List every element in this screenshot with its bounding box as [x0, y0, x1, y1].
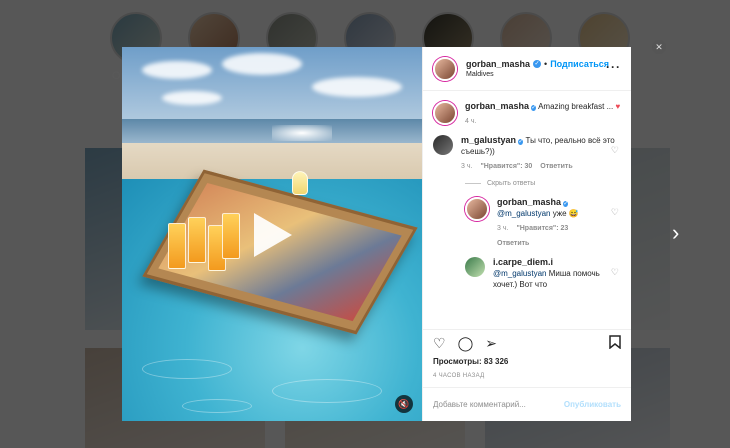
divider-line	[465, 183, 481, 184]
reply-mention[interactable]: @m_galustyan	[493, 269, 546, 278]
like-comment-heart-icon[interactable]: ♡	[611, 207, 619, 218]
next-post-chevron-icon[interactable]: ›	[672, 220, 690, 246]
juice-glass	[292, 171, 308, 195]
comment-time: 3 ч.	[461, 163, 473, 170]
reply-text: уже	[552, 209, 567, 218]
reply-button[interactable]: Ответить	[497, 238, 529, 249]
video-frame-cloud	[142, 61, 212, 79]
author-username[interactable]: gorban_masha	[466, 59, 530, 69]
comment-bubble-icon[interactable]: ◯	[458, 335, 474, 352]
post-sidebar: gorban_masha ✓ • Подписаться Maldives ··…	[422, 47, 631, 421]
video-frame-beach	[122, 143, 422, 183]
reply-time: 3 ч.	[497, 225, 509, 232]
caption-time: 4 ч.	[465, 118, 477, 125]
separator-dot: •	[544, 59, 548, 69]
author-avatar[interactable]	[433, 56, 457, 81]
save-bookmark-icon[interactable]	[609, 335, 621, 352]
video-frame-cloud	[312, 77, 402, 97]
view-count[interactable]: Просмотры: 83 326	[433, 357, 508, 366]
reply-author[interactable]: i.carpe_diem.i	[493, 257, 553, 267]
verified-badge-icon: ✓	[533, 60, 542, 68]
red-heart-emoji-icon: ♥	[615, 102, 621, 111]
post-video[interactable]: 🔇	[122, 47, 422, 421]
comment-input[interactable]	[433, 400, 564, 409]
caption-text: Amazing breakfast	[538, 102, 605, 111]
more-options-icon[interactable]: ···	[606, 61, 621, 73]
verified-badge-icon: ✓	[563, 201, 569, 207]
author-avatar[interactable]	[433, 101, 457, 125]
video-frame-cloud	[162, 91, 222, 105]
comments-list[interactable]: gorban_masha ✓ Amazing breakfast ... ♥ 4…	[423, 91, 631, 329]
sweat-smile-emoji-icon: 😅	[568, 209, 579, 218]
post-actions-bar: ♡ ◯ ➢	[423, 329, 631, 357]
commenter-avatar[interactable]	[465, 257, 485, 277]
commenter-avatar[interactable]	[433, 135, 453, 155]
publish-button[interactable]: Опубликовать	[564, 400, 621, 409]
share-paper-plane-icon[interactable]: ➢	[485, 335, 497, 352]
comment-composer: Опубликовать	[423, 387, 631, 421]
post-header: gorban_masha ✓ • Подписаться Maldives ··…	[423, 47, 631, 91]
reply-item: gorban_masha ✓ @m_galustyan уже 😅 3 ч. "…	[465, 197, 621, 249]
reply-mention[interactable]: @m_galustyan	[497, 209, 550, 218]
reply-button[interactable]: Ответить	[540, 161, 572, 172]
post-location[interactable]: Maldives	[466, 71, 609, 78]
caption: gorban_masha ✓ Amazing breakfast ... ♥ 4…	[433, 101, 621, 127]
follow-button[interactable]: Подписаться	[550, 59, 609, 69]
juice-glass	[222, 213, 240, 259]
comment-likes[interactable]: "Нравится": 30	[480, 161, 532, 172]
posted-time: 4 ЧАСОВ НАЗАД	[433, 373, 485, 379]
author-avatar[interactable]	[465, 197, 489, 221]
juice-glass	[188, 217, 206, 263]
caption-author[interactable]: gorban_masha	[465, 101, 529, 111]
juice-glass	[168, 223, 186, 269]
like-heart-icon[interactable]: ♡	[433, 335, 446, 352]
comment-item: m_galustyan ✓ Ты что, реально всё это съ…	[433, 135, 621, 172]
reply-likes[interactable]: "Нравится": 23	[516, 223, 568, 234]
post-modal: 🔇 gorban_masha ✓ • Подписаться Maldives …	[122, 47, 631, 421]
hide-replies-label[interactable]: Скрыть ответы	[487, 180, 535, 187]
caption-more: ...	[606, 102, 614, 111]
like-comment-heart-icon[interactable]: ♡	[611, 267, 619, 278]
mute-icon[interactable]: 🔇	[395, 395, 413, 413]
close-icon[interactable]: ✕	[652, 40, 666, 54]
reply-author[interactable]: gorban_masha	[497, 197, 561, 207]
verified-badge-icon: ✓	[518, 139, 524, 145]
hide-replies-toggle[interactable]: Скрыть ответы	[465, 180, 621, 187]
comment-author[interactable]: m_galustyan	[461, 135, 516, 145]
play-icon[interactable]	[254, 213, 292, 257]
verified-badge-icon: ✓	[531, 105, 537, 111]
video-frame-sun	[272, 125, 332, 141]
video-frame-cloud	[222, 53, 302, 75]
like-comment-heart-icon[interactable]: ♡	[611, 145, 619, 156]
reply-item: i.carpe_diem.i @m_galustyan Миша помочь …	[465, 257, 621, 290]
